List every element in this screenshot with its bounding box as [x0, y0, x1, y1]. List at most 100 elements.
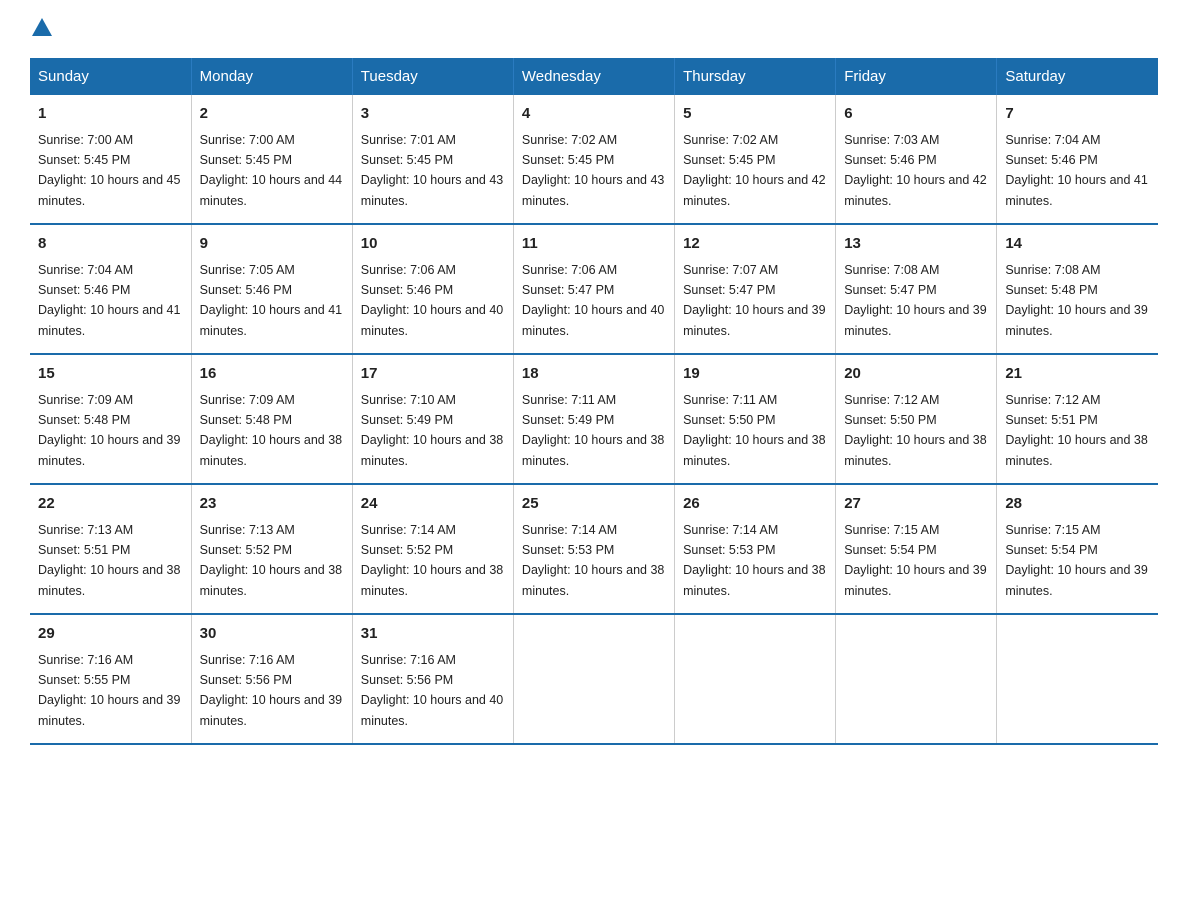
day-info: Sunrise: 7:00 AMSunset: 5:45 PMDaylight:… — [200, 133, 342, 208]
day-info: Sunrise: 7:06 AMSunset: 5:46 PMDaylight:… — [361, 263, 503, 338]
calendar-cell: 2 Sunrise: 7:00 AMSunset: 5:45 PMDaylight… — [191, 95, 352, 224]
day-info: Sunrise: 7:08 AMSunset: 5:47 PMDaylight:… — [844, 263, 986, 338]
day-info: Sunrise: 7:09 AMSunset: 5:48 PMDaylight:… — [38, 393, 180, 468]
calendar-cell: 6 Sunrise: 7:03 AMSunset: 5:46 PMDaylight… — [836, 95, 997, 224]
day-number: 6 — [844, 103, 988, 126]
calendar-week-row: 15 Sunrise: 7:09 AMSunset: 5:48 PMDayligh… — [30, 354, 1158, 484]
logo-triangle-icon — [32, 18, 52, 36]
calendar-cell: 9 Sunrise: 7:05 AMSunset: 5:46 PMDaylight… — [191, 224, 352, 354]
calendar-table: SundayMondayTuesdayWednesdayThursdayFrid… — [30, 58, 1158, 745]
day-number: 10 — [361, 233, 505, 256]
calendar-cell: 7 Sunrise: 7:04 AMSunset: 5:46 PMDaylight… — [997, 95, 1158, 224]
day-number: 5 — [683, 103, 827, 126]
header-cell-wednesday: Wednesday — [513, 58, 674, 95]
day-number: 24 — [361, 493, 505, 516]
day-number: 30 — [200, 623, 344, 646]
calendar-cell: 13 Sunrise: 7:08 AMSunset: 5:47 PMDayligh… — [836, 224, 997, 354]
day-info: Sunrise: 7:04 AMSunset: 5:46 PMDaylight:… — [38, 263, 180, 338]
day-info: Sunrise: 7:10 AMSunset: 5:49 PMDaylight:… — [361, 393, 503, 468]
day-number: 27 — [844, 493, 988, 516]
day-number: 1 — [38, 103, 183, 126]
day-number: 13 — [844, 233, 988, 256]
day-number: 28 — [1005, 493, 1150, 516]
calendar-cell: 23 Sunrise: 7:13 AMSunset: 5:52 PMDayligh… — [191, 484, 352, 614]
calendar-week-row: 8 Sunrise: 7:04 AMSunset: 5:46 PMDaylight… — [30, 224, 1158, 354]
day-info: Sunrise: 7:06 AMSunset: 5:47 PMDaylight:… — [522, 263, 664, 338]
calendar-cell — [836, 614, 997, 744]
day-info: Sunrise: 7:02 AMSunset: 5:45 PMDaylight:… — [683, 133, 825, 208]
header-cell-thursday: Thursday — [675, 58, 836, 95]
day-info: Sunrise: 7:05 AMSunset: 5:46 PMDaylight:… — [200, 263, 342, 338]
day-info: Sunrise: 7:03 AMSunset: 5:46 PMDaylight:… — [844, 133, 986, 208]
header-cell-sunday: Sunday — [30, 58, 191, 95]
day-number: 3 — [361, 103, 505, 126]
day-number: 17 — [361, 363, 505, 386]
day-number: 15 — [38, 363, 183, 386]
calendar-cell: 3 Sunrise: 7:01 AMSunset: 5:45 PMDaylight… — [352, 95, 513, 224]
day-info: Sunrise: 7:16 AMSunset: 5:56 PMDaylight:… — [361, 653, 503, 728]
calendar-cell: 5 Sunrise: 7:02 AMSunset: 5:45 PMDaylight… — [675, 95, 836, 224]
day-info: Sunrise: 7:12 AMSunset: 5:50 PMDaylight:… — [844, 393, 986, 468]
page-header — [30, 20, 1158, 38]
day-info: Sunrise: 7:14 AMSunset: 5:53 PMDaylight:… — [522, 523, 664, 598]
day-number: 2 — [200, 103, 344, 126]
day-number: 21 — [1005, 363, 1150, 386]
calendar-cell: 10 Sunrise: 7:06 AMSunset: 5:46 PMDayligh… — [352, 224, 513, 354]
calendar-cell: 24Sunrise: 7:14 AMSunset: 5:52 PMDayligh… — [352, 484, 513, 614]
day-number: 26 — [683, 493, 827, 516]
day-info: Sunrise: 7:16 AMSunset: 5:55 PMDaylight:… — [38, 653, 180, 728]
calendar-cell — [997, 614, 1158, 744]
day-info: Sunrise: 7:14 AMSunset: 5:53 PMDaylight:… — [683, 523, 825, 598]
calendar-week-row: 22Sunrise: 7:13 AMSunset: 5:51 PMDayligh… — [30, 484, 1158, 614]
calendar-cell: 18Sunrise: 7:11 AMSunset: 5:49 PMDayligh… — [513, 354, 674, 484]
day-info: Sunrise: 7:15 AMSunset: 5:54 PMDaylight:… — [1005, 523, 1147, 598]
day-info: Sunrise: 7:08 AMSunset: 5:48 PMDaylight:… — [1005, 263, 1147, 338]
day-number: 11 — [522, 233, 666, 256]
day-number: 23 — [200, 493, 344, 516]
calendar-cell: 30 Sunrise: 7:16 AMSunset: 5:56 PMDayligh… — [191, 614, 352, 744]
day-number: 8 — [38, 233, 183, 256]
day-info: Sunrise: 7:01 AMSunset: 5:45 PMDaylight:… — [361, 133, 503, 208]
calendar-cell: 28 Sunrise: 7:15 AMSunset: 5:54 PMDayligh… — [997, 484, 1158, 614]
calendar-cell: 16Sunrise: 7:09 AMSunset: 5:48 PMDayligh… — [191, 354, 352, 484]
calendar-cell: 27 Sunrise: 7:15 AMSunset: 5:54 PMDayligh… — [836, 484, 997, 614]
calendar-cell: 19 Sunrise: 7:11 AMSunset: 5:50 PMDayligh… — [675, 354, 836, 484]
calendar-cell — [675, 614, 836, 744]
header-cell-monday: Monday — [191, 58, 352, 95]
calendar-cell: 14Sunrise: 7:08 AMSunset: 5:48 PMDayligh… — [997, 224, 1158, 354]
day-number: 9 — [200, 233, 344, 256]
day-info: Sunrise: 7:07 AMSunset: 5:47 PMDaylight:… — [683, 263, 825, 338]
calendar-cell: 21 Sunrise: 7:12 AMSunset: 5:51 PMDayligh… — [997, 354, 1158, 484]
calendar-week-row: 1 Sunrise: 7:00 AMSunset: 5:45 PMDaylight… — [30, 95, 1158, 224]
header-cell-saturday: Saturday — [997, 58, 1158, 95]
day-number: 29 — [38, 623, 183, 646]
calendar-cell — [513, 614, 674, 744]
header-cell-friday: Friday — [836, 58, 997, 95]
day-number: 19 — [683, 363, 827, 386]
day-info: Sunrise: 7:02 AMSunset: 5:45 PMDaylight:… — [522, 133, 664, 208]
calendar-week-row: 29 Sunrise: 7:16 AMSunset: 5:55 PMDayligh… — [30, 614, 1158, 744]
day-info: Sunrise: 7:13 AMSunset: 5:52 PMDaylight:… — [200, 523, 342, 598]
calendar-cell: 26 Sunrise: 7:14 AMSunset: 5:53 PMDayligh… — [675, 484, 836, 614]
day-info: Sunrise: 7:11 AMSunset: 5:50 PMDaylight:… — [683, 393, 825, 468]
day-number: 7 — [1005, 103, 1150, 126]
day-info: Sunrise: 7:16 AMSunset: 5:56 PMDaylight:… — [200, 653, 342, 728]
calendar-cell: 20Sunrise: 7:12 AMSunset: 5:50 PMDayligh… — [836, 354, 997, 484]
day-info: Sunrise: 7:15 AMSunset: 5:54 PMDaylight:… — [844, 523, 986, 598]
calendar-cell: 17 Sunrise: 7:10 AMSunset: 5:49 PMDayligh… — [352, 354, 513, 484]
day-info: Sunrise: 7:12 AMSunset: 5:51 PMDaylight:… — [1005, 393, 1147, 468]
day-info: Sunrise: 7:00 AMSunset: 5:45 PMDaylight:… — [38, 133, 180, 208]
calendar-cell: 22Sunrise: 7:13 AMSunset: 5:51 PMDayligh… — [30, 484, 191, 614]
calendar-cell: 25 Sunrise: 7:14 AMSunset: 5:53 PMDayligh… — [513, 484, 674, 614]
day-number: 25 — [522, 493, 666, 516]
day-number: 22 — [38, 493, 183, 516]
day-number: 16 — [200, 363, 344, 386]
calendar-cell: 8 Sunrise: 7:04 AMSunset: 5:46 PMDaylight… — [30, 224, 191, 354]
calendar-cell: 11 Sunrise: 7:06 AMSunset: 5:47 PMDayligh… — [513, 224, 674, 354]
calendar-cell: 1 Sunrise: 7:00 AMSunset: 5:45 PMDaylight… — [30, 95, 191, 224]
calendar-cell: 29 Sunrise: 7:16 AMSunset: 5:55 PMDayligh… — [30, 614, 191, 744]
day-info: Sunrise: 7:04 AMSunset: 5:46 PMDaylight:… — [1005, 133, 1147, 208]
calendar-cell: 12Sunrise: 7:07 AMSunset: 5:47 PMDayligh… — [675, 224, 836, 354]
day-info: Sunrise: 7:11 AMSunset: 5:49 PMDaylight:… — [522, 393, 664, 468]
header-cell-tuesday: Tuesday — [352, 58, 513, 95]
